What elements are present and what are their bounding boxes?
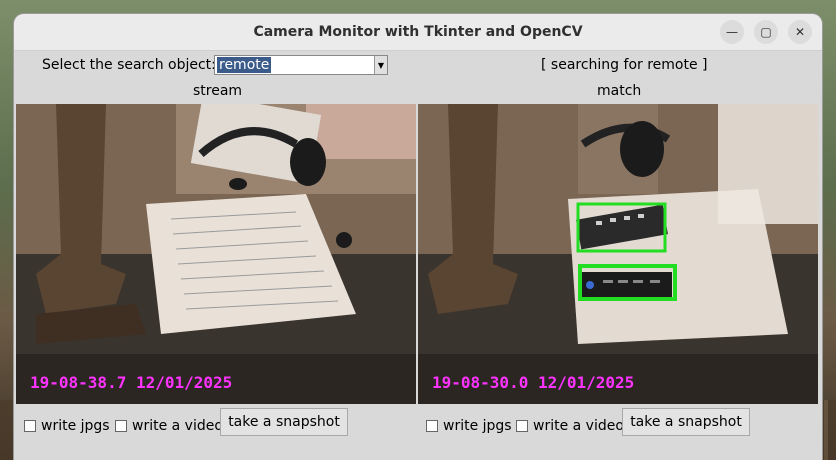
stream-video-frame: 19-08-38.7 12/01/2025 xyxy=(16,104,416,404)
write-jpgs-label: write jpgs xyxy=(443,418,512,434)
maximize-button[interactable]: ▢ xyxy=(754,20,778,44)
stream-snapshot-button[interactable]: take a snapshot xyxy=(220,408,348,436)
match-write-video-checkbox[interactable]: write a video xyxy=(516,418,624,434)
search-object-label: Select the search object: xyxy=(42,57,216,73)
match-timestamp-overlay: 19-08-30.0 12/01/2025 xyxy=(432,373,634,392)
checkbox-icon[interactable] xyxy=(24,420,36,432)
stream-write-video-checkbox[interactable]: write a video xyxy=(115,418,223,434)
checkbox-icon[interactable] xyxy=(115,420,127,432)
stream-timestamp-overlay: 19-08-38.7 12/01/2025 xyxy=(30,373,232,392)
match-video-frame: 19-08-30.0 12/01/2025 xyxy=(418,104,818,404)
search-row: Select the search object: remote ▼ [ sea… xyxy=(14,51,822,79)
search-object-combobox[interactable]: remote ▼ xyxy=(214,55,388,75)
checkbox-icon[interactable] xyxy=(426,420,438,432)
maximize-icon: ▢ xyxy=(760,25,772,39)
write-video-label: write a video xyxy=(132,418,223,434)
match-label: match xyxy=(597,83,642,99)
app-window: Camera Monitor with Tkinter and OpenCV —… xyxy=(14,14,822,460)
match-write-jpgs-checkbox[interactable]: write jpgs xyxy=(426,418,512,434)
window-title: Camera Monitor with Tkinter and OpenCV xyxy=(253,24,583,40)
match-controls: write jpgs write a video take a snapshot xyxy=(418,405,822,439)
stream-controls: write jpgs write a video take a snapshot xyxy=(14,405,418,439)
dropdown-arrow-icon[interactable]: ▼ xyxy=(374,56,387,74)
minimize-button[interactable]: — xyxy=(720,20,744,44)
checkbox-icon[interactable] xyxy=(516,420,528,432)
search-object-value: remote xyxy=(217,57,272,73)
title-bar[interactable]: Camera Monitor with Tkinter and OpenCV —… xyxy=(14,14,822,51)
stream-write-jpgs-checkbox[interactable]: write jpgs xyxy=(24,418,110,434)
search-status-text: [ searching for remote ] xyxy=(541,57,708,73)
write-video-label: write a video xyxy=(533,418,624,434)
stream-label: stream xyxy=(193,83,243,99)
minimize-icon: — xyxy=(726,25,738,39)
close-button[interactable]: ✕ xyxy=(788,20,812,44)
match-snapshot-button[interactable]: take a snapshot xyxy=(622,408,750,436)
write-jpgs-label: write jpgs xyxy=(41,418,110,434)
close-icon: ✕ xyxy=(794,25,806,39)
main-content: Select the search object: remote ▼ [ sea… xyxy=(14,51,822,460)
